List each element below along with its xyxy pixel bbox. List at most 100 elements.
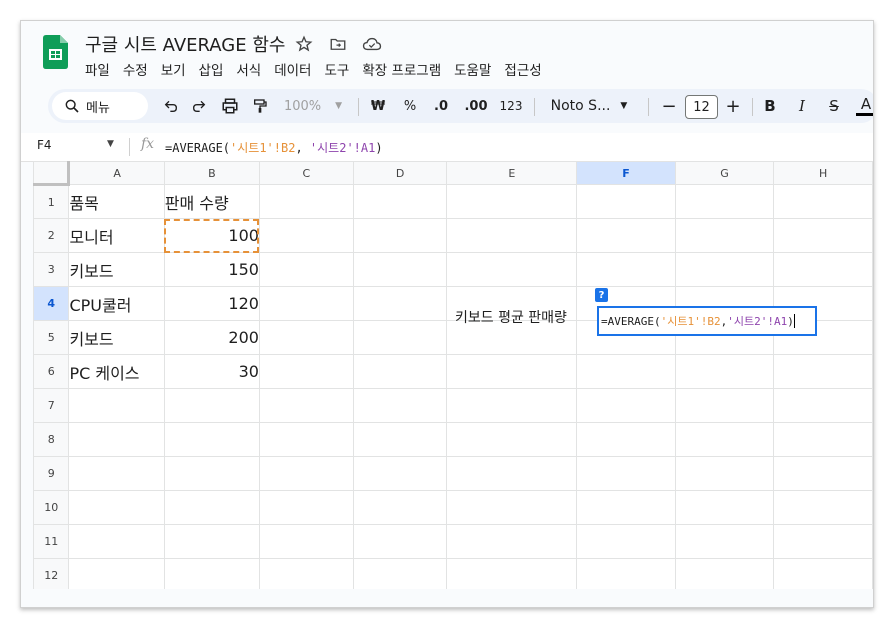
- cell-c11[interactable]: [258, 524, 354, 559]
- cell-d9[interactable]: [352, 456, 448, 491]
- cell-e8[interactable]: [446, 422, 578, 457]
- menu-help[interactable]: 도움말: [454, 59, 491, 79]
- row-header-3[interactable]: 3: [33, 252, 70, 287]
- cell-d6[interactable]: [352, 354, 448, 389]
- cell-b8[interactable]: [163, 422, 260, 457]
- menu-format[interactable]: 서식: [236, 59, 261, 79]
- cell-a2[interactable]: 모니터: [68, 218, 165, 253]
- cell-e3[interactable]: [446, 252, 578, 287]
- cell-g9[interactable]: [674, 456, 775, 491]
- cell-h6[interactable]: [773, 354, 873, 389]
- cell-b5[interactable]: 200: [163, 320, 260, 355]
- formula-help-icon[interactable]: ?: [595, 288, 608, 302]
- cell-f12[interactable]: [576, 558, 676, 589]
- row-header-9[interactable]: 9: [33, 456, 70, 491]
- cell-f10[interactable]: [576, 490, 676, 525]
- strikethrough-button[interactable]: S: [822, 89, 846, 123]
- cell-c1[interactable]: [258, 184, 354, 219]
- cell-b10[interactable]: [163, 490, 260, 525]
- cell-d2[interactable]: [352, 218, 448, 253]
- cell-d4[interactable]: [352, 286, 448, 321]
- name-box[interactable]: F4: [37, 138, 52, 152]
- cell-f2[interactable]: [576, 218, 676, 253]
- cell-g2[interactable]: [674, 218, 775, 253]
- column-header-a[interactable]: A: [68, 161, 165, 185]
- cell-g3[interactable]: [674, 252, 775, 287]
- cell-b4[interactable]: 120: [163, 286, 260, 321]
- redo-icon[interactable]: [186, 89, 212, 123]
- cell-b9[interactable]: [163, 456, 260, 491]
- row-header-10[interactable]: 10: [33, 490, 70, 525]
- cell-a12[interactable]: [68, 558, 165, 589]
- column-header-b[interactable]: B: [163, 161, 260, 185]
- document-title[interactable]: 구글 시트 AVERAGE 함수: [85, 31, 285, 57]
- cell-b1[interactable]: 판매 수량: [163, 184, 260, 219]
- row-header-11[interactable]: 11: [33, 524, 70, 559]
- row-header-5[interactable]: 5: [33, 320, 70, 355]
- cell-b11[interactable]: [163, 524, 260, 559]
- cell-b2[interactable]: 100: [163, 218, 260, 253]
- column-header-e[interactable]: E: [446, 161, 578, 185]
- cell-e6[interactable]: [446, 354, 578, 389]
- cell-a8[interactable]: [68, 422, 165, 457]
- cell-a11[interactable]: [68, 524, 165, 559]
- cell-f9[interactable]: [576, 456, 676, 491]
- cell-g11[interactable]: [674, 524, 775, 559]
- cell-b7[interactable]: [163, 388, 260, 423]
- print-icon[interactable]: [216, 89, 244, 123]
- cell-h7[interactable]: [773, 388, 873, 423]
- paint-format-icon[interactable]: [247, 89, 273, 123]
- cell-h1[interactable]: [773, 184, 873, 219]
- font-size-input[interactable]: 12: [685, 95, 718, 119]
- cell-f11[interactable]: [576, 524, 676, 559]
- cell-c9[interactable]: [258, 456, 354, 491]
- menu-tools[interactable]: 도구: [324, 59, 349, 79]
- cell-c6[interactable]: [258, 354, 354, 389]
- font-size-decrease-button[interactable]: −: [656, 89, 682, 123]
- cloud-saved-icon[interactable]: [361, 33, 383, 55]
- row-header-12[interactable]: 12: [33, 558, 70, 589]
- column-header-d[interactable]: D: [352, 161, 448, 185]
- cell-d3[interactable]: [352, 252, 448, 287]
- column-header-f[interactable]: F: [576, 161, 676, 185]
- cell-a9[interactable]: [68, 456, 165, 491]
- cell-d7[interactable]: [352, 388, 448, 423]
- cell-e7[interactable]: [446, 388, 578, 423]
- active-cell-editor[interactable]: =AVERAGE('시트1'!B2, '시트2'!A1): [597, 306, 817, 336]
- cell-c12[interactable]: [258, 558, 354, 589]
- cell-d10[interactable]: [352, 490, 448, 525]
- undo-icon[interactable]: [158, 89, 184, 123]
- column-header-c[interactable]: C: [258, 161, 354, 185]
- menu-edit[interactable]: 수정: [123, 59, 148, 79]
- star-icon[interactable]: [293, 33, 315, 55]
- number-format-button[interactable]: 123: [496, 89, 526, 123]
- cell-b12[interactable]: [163, 558, 260, 589]
- cell-g6[interactable]: [674, 354, 775, 389]
- font-select[interactable]: Noto S... ▼: [541, 89, 637, 123]
- cell-e2[interactable]: [446, 218, 578, 253]
- cell-a10[interactable]: [68, 490, 165, 525]
- cell-h11[interactable]: [773, 524, 873, 559]
- cell-h2[interactable]: [773, 218, 873, 253]
- cell-e11[interactable]: [446, 524, 578, 559]
- cell-h3[interactable]: [773, 252, 873, 287]
- menu-accessibility[interactable]: 접근성: [504, 59, 541, 79]
- cell-g1[interactable]: [674, 184, 775, 219]
- row-header-7[interactable]: 7: [33, 388, 70, 423]
- text-color-button[interactable]: A: [854, 89, 873, 123]
- menu-view[interactable]: 보기: [161, 59, 186, 79]
- cell-c5[interactable]: [258, 320, 354, 355]
- row-header-1[interactable]: 1: [33, 184, 70, 219]
- percent-format-button[interactable]: %: [398, 89, 422, 123]
- cell-g8[interactable]: [674, 422, 775, 457]
- menu-file[interactable]: 파일: [85, 59, 110, 79]
- select-all-corner[interactable]: [33, 161, 71, 186]
- increase-decimal-button[interactable]: .00: [460, 89, 492, 123]
- cell-d11[interactable]: [352, 524, 448, 559]
- row-header-6[interactable]: 6: [33, 354, 70, 389]
- row-header-8[interactable]: 8: [33, 422, 70, 457]
- cell-d12[interactable]: [352, 558, 448, 589]
- cell-d1[interactable]: [352, 184, 448, 219]
- cell-g10[interactable]: [674, 490, 775, 525]
- cell-g7[interactable]: [674, 388, 775, 423]
